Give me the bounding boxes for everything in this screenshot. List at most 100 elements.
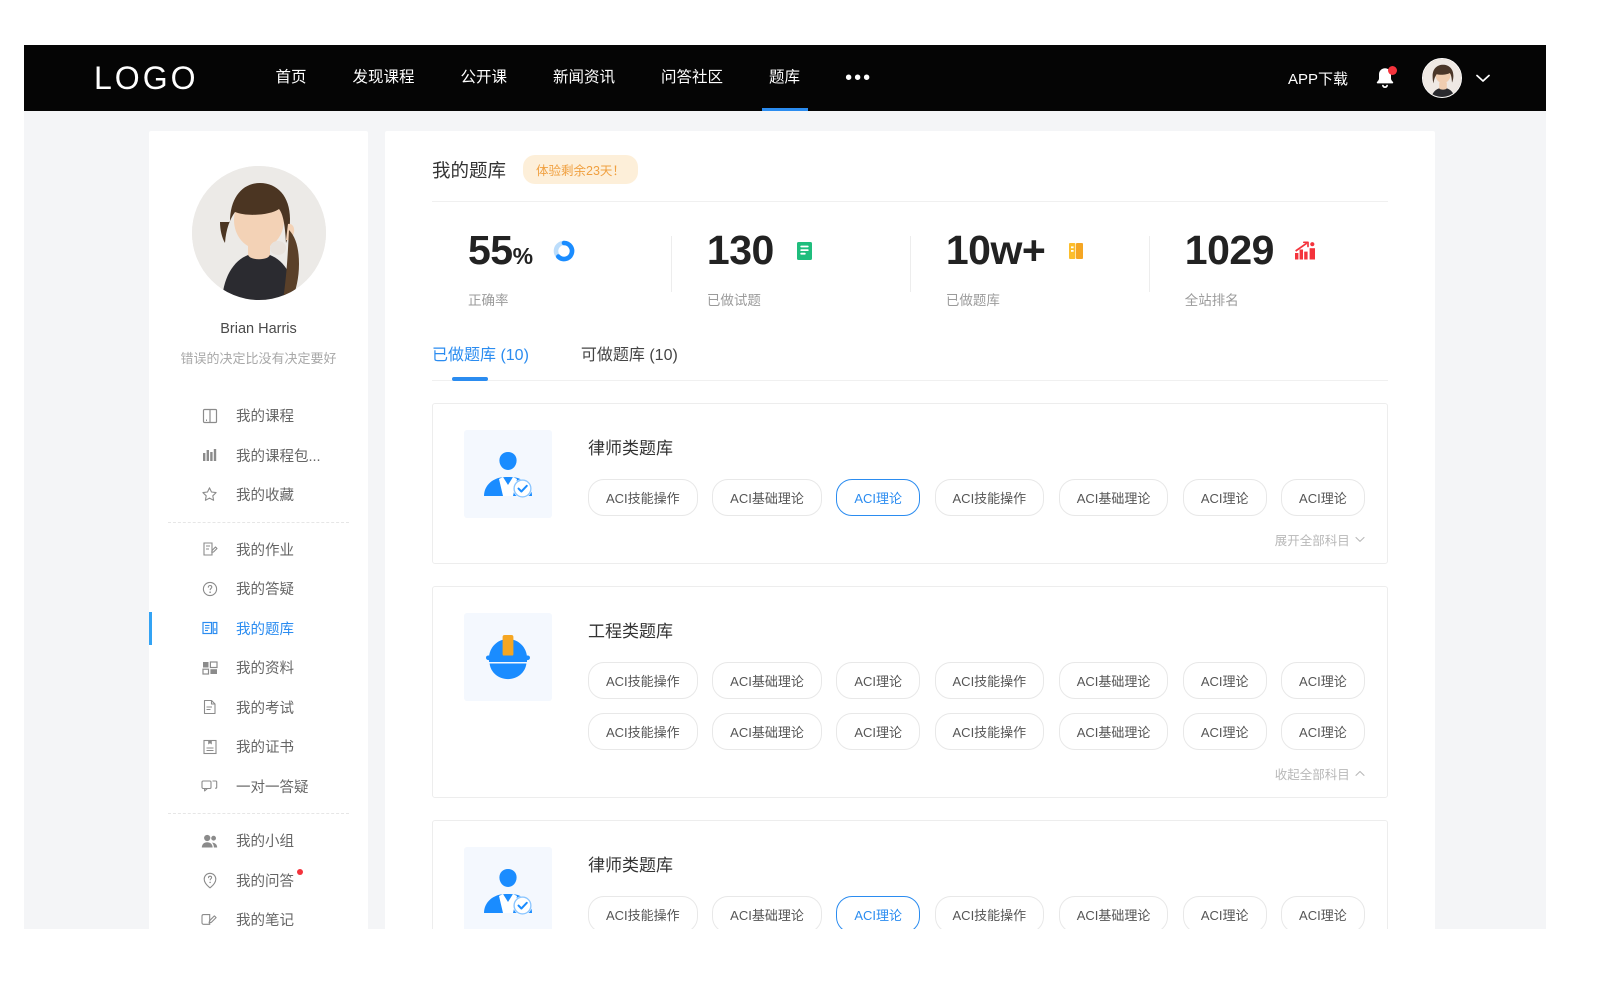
book-icon	[201, 407, 218, 424]
subject-tag[interactable]: ACI理论	[1281, 479, 1365, 516]
sidebar-item-my-exams[interactable]: 我的考试	[149, 688, 368, 728]
sidebar-item-my-homework[interactable]: 我的作业	[149, 530, 368, 570]
app-page: LOGO 首页 发现课程 公开课 新闻资讯 问答社区 题库 ••• APP下载	[24, 45, 1546, 929]
sidebar-item-one-on-one-qa[interactable]: 一对一答疑	[149, 767, 368, 807]
subject-tag[interactable]: ACI基础理论	[1059, 896, 1169, 929]
card-body: 律师类题库 ACI技能操作 ACI基础理论 ACI理论 ACI技能操作 ACI基…	[588, 847, 1365, 929]
chevron-down-icon	[1355, 536, 1365, 543]
stat-accuracy: 55% 正确率	[432, 230, 671, 309]
sidebar-item-my-questions[interactable]: 我的问答	[149, 861, 368, 901]
exam-paper-icon	[201, 699, 218, 716]
sidebar-item-my-courses[interactable]: 我的课程	[149, 396, 368, 436]
stat-label: 已做试题	[707, 289, 910, 309]
expand-subjects-link[interactable]: 展开全部科目	[588, 530, 1365, 549]
subject-tag[interactable]: ACI技能操作	[588, 713, 698, 750]
nav-item-question-bank[interactable]: 题库	[746, 45, 823, 111]
nav-item-discover-courses[interactable]: 发现课程	[329, 45, 437, 111]
subject-tag[interactable]: ACI基础理论	[712, 479, 822, 516]
subject-tag[interactable]: ACI理论	[1183, 713, 1267, 750]
subject-tag[interactable]: ACI技能操作	[935, 479, 1045, 516]
subject-tag[interactable]: ACI理论	[1281, 713, 1365, 750]
nav-more-icon[interactable]: •••	[823, 53, 894, 103]
stat-label: 全站排名	[1185, 289, 1388, 309]
question-bank-card[interactable]: 律师类题库 ACI技能操作 ACI基础理论 ACI理论 ACI技能操作 ACI基…	[432, 820, 1388, 929]
subject-tag[interactable]: ACI理论	[1183, 662, 1267, 699]
sidebar-item-my-notes[interactable]: 我的笔记	[149, 900, 368, 929]
notification-bell-icon[interactable]	[1374, 66, 1396, 90]
chat-bubbles-icon	[201, 778, 218, 795]
nav-item-open-class[interactable]: 公开课	[438, 45, 531, 111]
sidebar-item-my-group[interactable]: 我的小组	[149, 821, 368, 861]
question-bank-icon	[201, 620, 218, 637]
subject-tag[interactable]: ACI基础理论	[1059, 662, 1169, 699]
yellow-book-icon	[1063, 238, 1089, 264]
sidebar-item-my-favorites[interactable]: 我的收藏	[149, 475, 368, 515]
sidebar: Brian Harris 错误的决定比没有决定要好 我的课程 我的课程包...	[149, 131, 368, 929]
tag-row: ACI技能操作 ACI基础理论 ACI理论 ACI技能操作 ACI基础理论 AC…	[588, 713, 1365, 750]
lawyer-avatar-icon	[464, 430, 552, 518]
subject-tag[interactable]: ACI基础理论	[1059, 479, 1169, 516]
subject-tag[interactable]: ACI理论	[1281, 662, 1365, 699]
app-download-link[interactable]: APP下载	[1288, 68, 1348, 89]
group-icon	[201, 832, 218, 849]
sidebar-item-label: 我的答疑	[236, 578, 294, 599]
subject-tag-selected[interactable]: ACI理论	[836, 479, 920, 516]
sidebar-item-my-qa[interactable]: 我的答疑	[149, 569, 368, 609]
subject-tag-selected[interactable]: ACI理论	[836, 896, 920, 929]
sidebar-item-my-question-bank[interactable]: 我的题库	[149, 609, 368, 649]
avatar[interactable]	[1422, 58, 1462, 98]
subject-tag[interactable]: ACI理论	[836, 713, 920, 750]
qa-pin-icon	[201, 872, 218, 889]
subject-tag[interactable]: ACI理论	[836, 662, 920, 699]
subject-tag[interactable]: ACI基础理论	[712, 662, 822, 699]
subject-tag[interactable]: ACI技能操作	[588, 662, 698, 699]
site-logo[interactable]: LOGO	[94, 60, 198, 97]
tab-available-banks[interactable]: 可做题库 (10)	[581, 341, 678, 380]
collapse-subjects-label: 收起全部科目	[1275, 764, 1350, 783]
profile-photo[interactable]	[192, 166, 326, 300]
chevron-down-icon[interactable]	[1476, 74, 1490, 83]
green-book-icon	[792, 238, 818, 264]
subject-tag[interactable]: ACI理论	[1183, 896, 1267, 929]
materials-icon	[201, 659, 218, 676]
nav-item-news[interactable]: 新闻资讯	[530, 45, 638, 111]
sidebar-item-label: 我的证书	[236, 736, 294, 757]
stat-value: 55%	[468, 230, 533, 271]
collapse-subjects-link[interactable]: 收起全部科目	[588, 764, 1365, 783]
question-bank-card[interactable]: 律师类题库 ACI技能操作 ACI基础理论 ACI理论 ACI技能操作 ACI基…	[432, 403, 1388, 564]
certificate-icon	[201, 738, 218, 755]
card-body: 律师类题库 ACI技能操作 ACI基础理论 ACI理论 ACI技能操作 ACI基…	[588, 430, 1365, 549]
stat-label: 正确率	[468, 289, 671, 309]
subject-tag[interactable]: ACI技能操作	[935, 662, 1045, 699]
subject-tag[interactable]: ACI基础理论	[712, 713, 822, 750]
profile-motto: 错误的决定比没有决定要好	[149, 348, 368, 367]
tab-completed-banks[interactable]: 已做题库 (10)	[432, 341, 529, 380]
sidebar-item-my-certificates[interactable]: 我的证书	[149, 727, 368, 767]
subject-tag[interactable]: ACI技能操作	[588, 479, 698, 516]
main-nav-items: 首页 发现课程 公开课 新闻资讯 问答社区 题库 •••	[252, 45, 894, 111]
user-menu[interactable]	[1422, 58, 1490, 98]
subject-tag[interactable]: ACI基础理论	[712, 896, 822, 929]
subject-tag[interactable]: ACI技能操作	[935, 713, 1045, 750]
header-right-actions: APP下载	[1288, 58, 1490, 98]
sidebar-item-my-materials[interactable]: 我的资料	[149, 648, 368, 688]
card-body: 工程类题库 ACI技能操作 ACI基础理论 ACI理论 ACI技能操作 ACI基…	[588, 613, 1365, 783]
stat-value: 130	[707, 230, 774, 271]
sidebar-item-label: 我的小组	[236, 830, 294, 851]
subject-tag[interactable]: ACI技能操作	[935, 896, 1045, 929]
nav-item-qa-community[interactable]: 问答社区	[638, 45, 746, 111]
nav-item-home[interactable]: 首页	[252, 45, 329, 111]
question-bank-card[interactable]: 工程类题库 ACI技能操作 ACI基础理论 ACI理论 ACI技能操作 ACI基…	[432, 586, 1388, 798]
top-navigation-bar: LOGO 首页 发现课程 公开课 新闻资讯 问答社区 题库 ••• APP下载	[24, 45, 1546, 111]
sidebar-divider	[168, 522, 349, 523]
stat-label: 已做题库	[946, 289, 1149, 309]
subject-tag[interactable]: ACI理论	[1183, 479, 1267, 516]
subject-tag[interactable]: ACI理论	[1281, 896, 1365, 929]
sidebar-divider	[168, 813, 349, 814]
subject-tag[interactable]: ACI基础理论	[1059, 713, 1169, 750]
subject-tag[interactable]: ACI技能操作	[588, 896, 698, 929]
sidebar-item-my-course-packages[interactable]: 我的课程包...	[149, 436, 368, 476]
expand-subjects-label: 展开全部科目	[1275, 530, 1350, 549]
lawyer-avatar-icon	[464, 847, 552, 929]
card-title: 律师类题库	[588, 851, 1365, 876]
